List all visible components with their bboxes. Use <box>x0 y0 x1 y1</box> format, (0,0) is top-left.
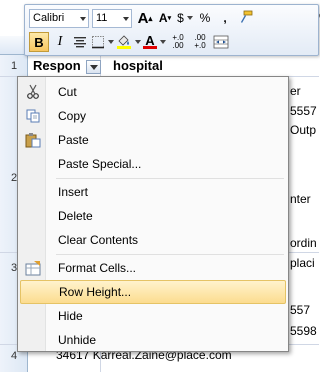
font-size-combo[interactable]: 11 <box>92 8 132 28</box>
font-name-value: Calibri <box>33 12 65 24</box>
menu-item-copy[interactable]: Copy <box>20 104 286 128</box>
chevron-down-icon[interactable] <box>80 16 86 21</box>
filter-dropdown-button[interactable] <box>86 60 101 74</box>
italic-icon: I <box>57 34 63 49</box>
currency-format-button[interactable]: $ <box>176 8 194 28</box>
fill-color-icon <box>117 35 131 49</box>
increase-decimal-button[interactable]: +.0.00 <box>168 32 188 52</box>
cell-fragment: 557 <box>290 303 311 317</box>
center-align-icon <box>74 37 86 48</box>
cell-b1[interactable]: hospital <box>113 57 163 75</box>
italic-button[interactable]: I <box>51 32 69 52</box>
bold-icon: B <box>34 34 44 50</box>
menu-item-label: Cut <box>58 85 77 99</box>
menu-item-clear-contents[interactable]: Clear Contents <box>20 228 286 252</box>
scissors-icon <box>20 80 46 104</box>
cell-fragment: placi <box>290 256 315 270</box>
paste-icon <box>20 128 46 152</box>
menu-item-label: Insert <box>58 185 89 199</box>
decrease-decimal-icon: .00 +.0 <box>194 33 206 50</box>
increase-decimal-icon: +.0.00 <box>172 33 184 50</box>
menu-item-label: Paste Special... <box>58 157 142 171</box>
grow-font-icon: A <box>137 9 149 27</box>
fill-color-button[interactable] <box>116 32 141 52</box>
format-painter-button[interactable] <box>236 8 254 28</box>
font-color-button[interactable]: A <box>143 32 166 52</box>
menu-item-label: Unhide <box>58 333 97 347</box>
percent-style-button[interactable]: % <box>196 8 214 28</box>
menu-item-row-height[interactable]: Row Height... <box>20 280 286 304</box>
comma-icon: , <box>223 11 227 25</box>
borders-button[interactable] <box>91 32 114 52</box>
mini-toolbar: Calibri 11 A ▴ A ▾ $ % , B I A +.0 .00 .… <box>24 4 319 56</box>
font-size-value: 11 <box>96 12 108 24</box>
menu-item-delete[interactable]: Delete <box>20 204 286 228</box>
merge-center-button[interactable] <box>212 32 230 52</box>
menu-item-label: Delete <box>58 209 93 223</box>
menu-item-unhide[interactable]: Unhide <box>20 328 286 352</box>
cell-fragment: Outp <box>290 123 317 137</box>
menu-item-label: Copy <box>58 109 87 123</box>
cell-fragment: 5598 <box>290 324 317 338</box>
percent-icon: % <box>199 11 211 25</box>
chevron-down-icon[interactable] <box>123 16 129 21</box>
menu-item-label: Row Height... <box>59 285 132 299</box>
menu-separator <box>56 178 284 179</box>
menu-item-cut[interactable]: Cut <box>20 80 286 104</box>
menu-item-hide[interactable]: Hide <box>20 304 286 328</box>
menu-item-label: Clear Contents <box>58 233 139 247</box>
format-painter-icon <box>241 10 253 23</box>
merge-center-icon <box>213 35 229 49</box>
row-header-1[interactable]: 1 <box>0 60 28 72</box>
decrease-decimal-button[interactable]: .00 +.0 <box>190 32 210 52</box>
menu-item-label: Format Cells... <box>58 261 137 275</box>
format-cells-icon <box>20 256 46 280</box>
borders-icon <box>92 36 104 49</box>
shrink-font-icon: A <box>158 11 168 25</box>
context-menu: Cut Copy Paste Paste Special... Insert D… <box>17 76 289 352</box>
cell-fragment: ordin <box>290 236 317 250</box>
cell-fragment: nter <box>290 192 311 206</box>
copy-icon <box>20 104 46 128</box>
center-align-button[interactable] <box>71 32 89 52</box>
font-color-icon: A <box>143 34 157 49</box>
menu-item-paste[interactable]: Paste <box>20 128 286 152</box>
cell-fragment: er <box>290 84 301 98</box>
cell-fragment: 5557 <box>290 104 317 118</box>
bold-button[interactable]: B <box>29 32 49 52</box>
comma-style-button[interactable]: , <box>216 8 234 28</box>
menu-item-insert[interactable]: Insert <box>20 180 286 204</box>
shrink-font-button[interactable]: A ▾ <box>156 8 174 28</box>
menu-item-label: Paste <box>58 133 89 147</box>
currency-icon: $ <box>177 11 184 25</box>
menu-item-label: Hide <box>58 309 83 323</box>
grow-font-button[interactable]: A ▴ <box>136 8 154 28</box>
menu-item-paste-special[interactable]: Paste Special... <box>20 152 286 176</box>
font-name-combo[interactable]: Calibri <box>29 8 89 28</box>
menu-separator <box>56 254 284 255</box>
menu-item-format-cells[interactable]: Format Cells... <box>20 256 286 280</box>
